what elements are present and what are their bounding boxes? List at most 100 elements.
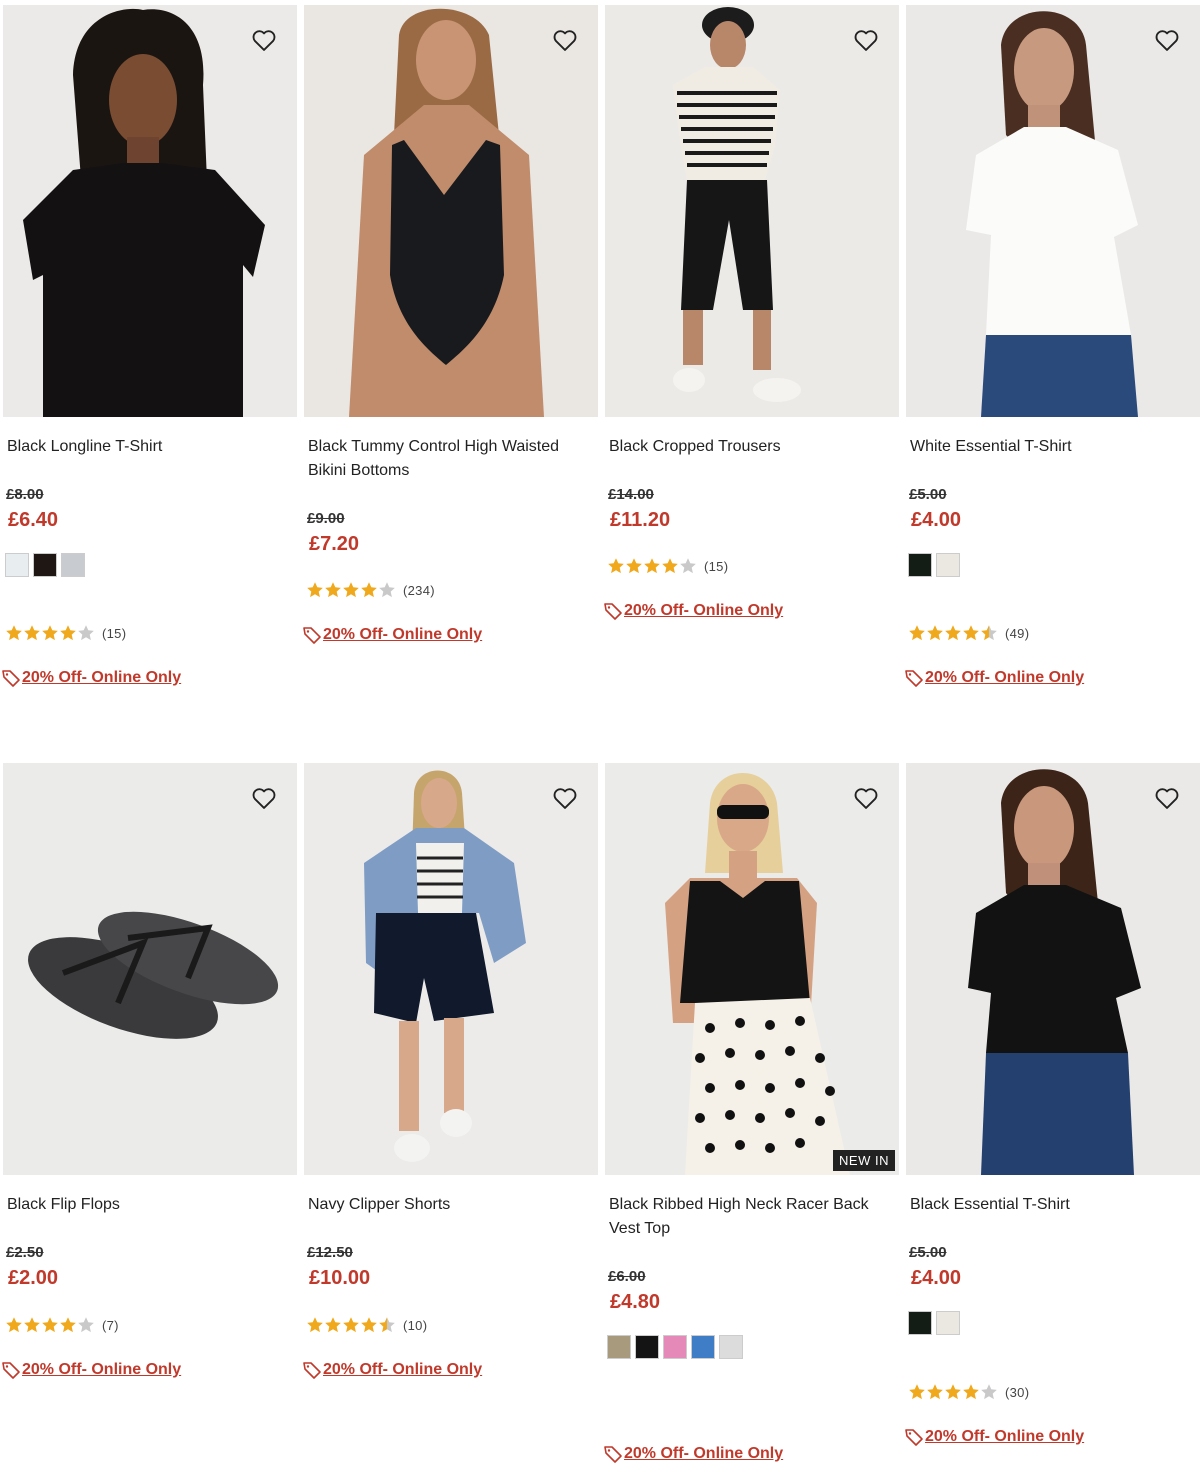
product-title[interactable]: Black Cropped Trousers xyxy=(609,435,899,459)
white-tshirt-model-icon xyxy=(906,5,1200,417)
price-tag-icon xyxy=(604,1446,622,1463)
black-essential-tshirt-model-icon xyxy=(906,763,1200,1175)
rating: (49) xyxy=(908,624,1029,642)
color-swatch[interactable] xyxy=(691,1335,715,1359)
color-swatch[interactable] xyxy=(908,553,932,577)
promo-label[interactable]: 20% Off- Online Only xyxy=(624,602,783,620)
color-swatch[interactable] xyxy=(936,553,960,577)
wishlist-heart-icon[interactable] xyxy=(250,26,278,54)
star-icon xyxy=(325,582,341,598)
wishlist-heart-icon[interactable] xyxy=(250,784,278,812)
rating: (234) xyxy=(306,581,435,599)
sale-price: £6.40 xyxy=(8,509,59,531)
promo-label[interactable]: 20% Off- Online Only xyxy=(925,669,1084,687)
product-title[interactable]: Navy Clipper Shorts xyxy=(308,1193,598,1217)
star-icon xyxy=(608,558,624,574)
color-swatch[interactable] xyxy=(719,1335,743,1359)
promo-label[interactable]: 20% Off- Online Only xyxy=(925,1428,1084,1446)
product-card[interactable]: Black Longline T-Shirt £8.00 £6.40 (15) … xyxy=(1,5,297,705)
product-card[interactable]: Navy Clipper Shorts £12.50 £10.00 (10) 2… xyxy=(302,763,598,1463)
color-swatch[interactable] xyxy=(61,553,85,577)
promo-link[interactable]: 20% Off- Online Only xyxy=(302,1358,482,1382)
star-icon xyxy=(60,625,76,641)
promo-link[interactable]: 20% Off- Online Only xyxy=(904,666,1084,690)
product-image[interactable] xyxy=(304,5,598,417)
star-icon xyxy=(78,625,94,641)
star-icon xyxy=(963,1384,979,1400)
promo-label[interactable]: 20% Off- Online Only xyxy=(323,626,482,644)
color-swatch[interactable] xyxy=(5,553,29,577)
price-tag-icon xyxy=(905,670,923,687)
wishlist-heart-icon[interactable] xyxy=(852,784,880,812)
product-image[interactable] xyxy=(3,763,297,1175)
wishlist-heart-icon[interactable] xyxy=(551,26,579,54)
product-image[interactable] xyxy=(605,5,899,417)
star-icon xyxy=(6,1317,22,1333)
sale-price: £11.20 xyxy=(610,509,671,531)
star-icon xyxy=(927,625,943,641)
promo-link[interactable]: 20% Off- Online Only xyxy=(1,1358,181,1382)
star-icon xyxy=(361,1317,377,1333)
sale-price: £2.00 xyxy=(8,1267,59,1289)
flip-flops-icon xyxy=(3,763,297,1175)
product-title[interactable]: Black Longline T-Shirt xyxy=(7,435,297,459)
sale-price: £10.00 xyxy=(309,1267,371,1289)
wishlist-heart-icon[interactable] xyxy=(852,26,880,54)
promo-link[interactable]: 20% Off- Online Only xyxy=(302,623,482,647)
promo-link[interactable]: 20% Off- Online Only xyxy=(603,1442,783,1466)
rating: (15) xyxy=(5,624,126,642)
price-tag-icon xyxy=(2,670,20,687)
color-swatch[interactable] xyxy=(635,1335,659,1359)
product-card[interactable]: Black Cropped Trousers £14.00 £11.20 (15… xyxy=(603,5,899,705)
product-image[interactable] xyxy=(3,5,297,417)
product-image[interactable]: NEW IN xyxy=(605,763,899,1175)
price-tag-icon xyxy=(303,627,321,644)
color-swatch[interactable] xyxy=(33,553,57,577)
product-image[interactable] xyxy=(906,763,1200,1175)
promo-label[interactable]: 20% Off- Online Only xyxy=(22,669,181,687)
rating-stars-icon xyxy=(5,624,95,642)
star-icon xyxy=(662,558,678,574)
product-title[interactable]: Black Tummy Control High Waisted Bikini … xyxy=(308,435,598,483)
star-icon xyxy=(60,1317,76,1333)
star-icon xyxy=(379,1317,395,1333)
wishlist-heart-icon[interactable] xyxy=(1153,784,1181,812)
promo-label[interactable]: 20% Off- Online Only xyxy=(22,1361,181,1379)
product-card[interactable]: Black Tummy Control High Waisted Bikini … xyxy=(302,5,598,705)
star-icon xyxy=(325,1317,341,1333)
star-icon xyxy=(307,582,323,598)
color-swatch[interactable] xyxy=(908,1311,932,1335)
was-price: £12.50 xyxy=(307,1244,353,1261)
product-card[interactable]: Black Essential T-Shirt £5.00 £4.00 (30)… xyxy=(904,763,1200,1463)
product-image[interactable] xyxy=(906,5,1200,417)
product-title[interactable]: Black Flip Flops xyxy=(7,1193,297,1217)
color-swatches xyxy=(5,553,85,577)
sale-price: £4.00 xyxy=(911,1267,962,1289)
wishlist-heart-icon[interactable] xyxy=(1153,26,1181,54)
review-count: (30) xyxy=(1005,1384,1030,1400)
promo-link[interactable]: 20% Off- Online Only xyxy=(904,1425,1084,1449)
color-swatch[interactable] xyxy=(607,1335,631,1359)
star-icon xyxy=(343,582,359,598)
star-icon xyxy=(981,625,997,641)
product-image[interactable] xyxy=(304,763,598,1175)
star-icon xyxy=(379,582,395,598)
product-card[interactable]: White Essential T-Shirt £5.00 £4.00 (49)… xyxy=(904,5,1200,705)
rating: (15) xyxy=(607,557,728,575)
was-price: £9.00 xyxy=(307,510,345,527)
promo-link[interactable]: 20% Off- Online Only xyxy=(1,666,181,690)
color-swatch[interactable] xyxy=(663,1335,687,1359)
color-swatches xyxy=(607,1335,743,1359)
wishlist-heart-icon[interactable] xyxy=(551,784,579,812)
color-swatch[interactable] xyxy=(936,1311,960,1335)
rating: (10) xyxy=(306,1316,427,1334)
promo-link[interactable]: 20% Off- Online Only xyxy=(603,599,783,623)
promo-label[interactable]: 20% Off- Online Only xyxy=(624,1445,783,1463)
product-title[interactable]: Black Ribbed High Neck Racer Back Vest T… xyxy=(609,1193,899,1241)
rating-stars-icon xyxy=(5,1316,95,1334)
promo-label[interactable]: 20% Off- Online Only xyxy=(323,1361,482,1379)
product-card[interactable]: Black Flip Flops £2.50 £2.00 (7) 20% Off… xyxy=(1,763,297,1463)
product-card[interactable]: NEW IN Black Ribbed High Neck Racer Back… xyxy=(603,763,899,1468)
product-title[interactable]: White Essential T-Shirt xyxy=(910,435,1200,459)
product-title[interactable]: Black Essential T-Shirt xyxy=(910,1193,1200,1217)
